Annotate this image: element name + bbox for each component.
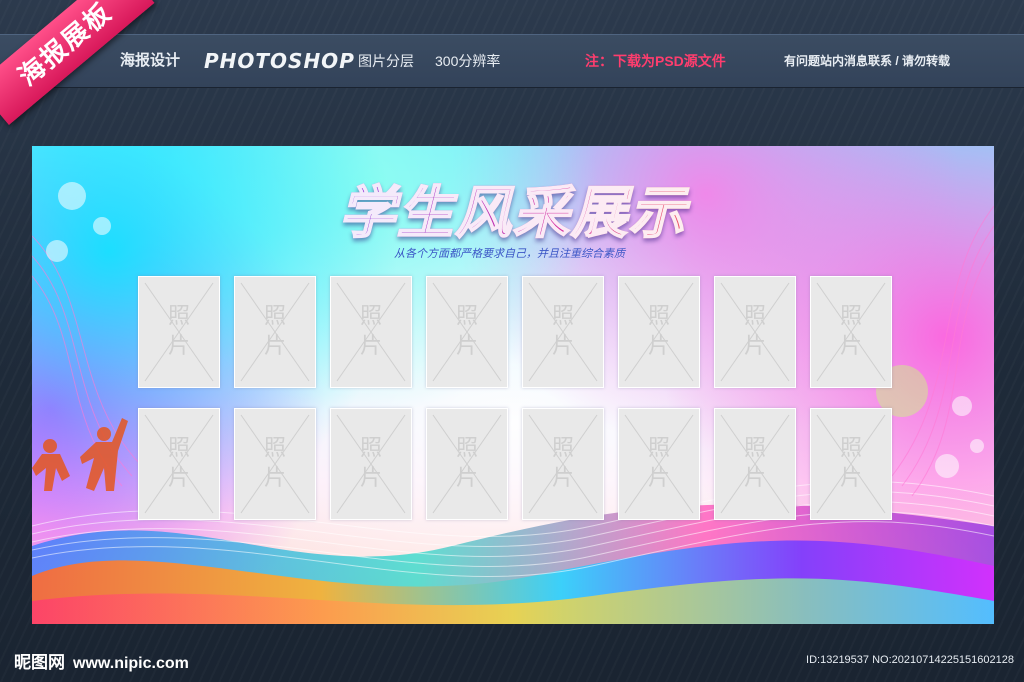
photo-label: 照 xyxy=(839,435,862,460)
photo-label: 片 xyxy=(359,465,382,490)
photo-label: 片 xyxy=(839,333,862,358)
photo-placeholder: 照片 xyxy=(618,408,700,520)
watermark-footer: 昵图网 www.nipic.com ID:13219537 NO:20210714… xyxy=(0,636,1024,682)
header-note: 注：下载为PSD源文件 xyxy=(585,53,726,69)
header-layers: 图片分层 xyxy=(358,53,414,69)
photo-placeholder: 照片 xyxy=(234,276,316,388)
photo-placeholder: 照片 xyxy=(810,408,892,520)
header-resolution: 300分辨率 xyxy=(435,53,501,69)
photo-label: 片 xyxy=(359,333,382,358)
photo-label: 片 xyxy=(743,465,766,490)
photo-placeholder: 照片 xyxy=(714,408,796,520)
header-design: 海报设计 xyxy=(120,52,181,69)
poster-title: 学生风采展示 xyxy=(32,168,994,249)
site-url: www.nipic.com xyxy=(73,655,189,672)
photo-label: 片 xyxy=(455,333,478,358)
photo-label: 片 xyxy=(167,333,190,358)
photo-placeholder: 照片 xyxy=(714,276,796,388)
photo-placeholder: 照片 xyxy=(426,408,508,520)
placeholder-cross-icon xyxy=(144,414,214,514)
photo-label: 片 xyxy=(263,465,286,490)
image-id: ID:13219537 NO:20210714225151602128 xyxy=(806,654,1014,666)
photo-placeholder: 照片 xyxy=(138,276,220,388)
photo-label: 照 xyxy=(359,435,382,460)
photo-label: 片 xyxy=(647,333,670,358)
photo-label: 照 xyxy=(167,435,190,460)
photo-label: 照 xyxy=(647,303,670,328)
photo-placeholder: 照片 xyxy=(426,276,508,388)
poster-subtitle: 从各个方面都严格要求自己，并且注重综合素质 xyxy=(394,248,625,260)
photo-label: 照 xyxy=(263,435,286,460)
photo-label: 照 xyxy=(263,303,286,328)
photo-label: 照 xyxy=(455,435,478,460)
placeholder-cross-icon xyxy=(720,414,790,514)
placeholder-cross-icon xyxy=(528,414,598,514)
photo-label: 照 xyxy=(647,435,670,460)
placeholder-cross-icon xyxy=(144,282,214,382)
photo-label: 照 xyxy=(167,303,190,328)
photo-label: 片 xyxy=(647,465,670,490)
photo-label: 片 xyxy=(167,465,190,490)
photo-placeholder: 照片 xyxy=(810,276,892,388)
header-bar: 海报设计 PHOTOSHOP 图片分层 300分辨率 注：下载为PSD源文件 有… xyxy=(0,34,1024,88)
placeholder-cross-icon xyxy=(624,414,694,514)
photo-label: 片 xyxy=(551,465,574,490)
placeholder-cross-icon xyxy=(816,414,886,514)
photo-label: 片 xyxy=(839,465,862,490)
photo-label: 片 xyxy=(551,333,574,358)
placeholder-cross-icon xyxy=(432,414,502,514)
photo-placeholder: 照片 xyxy=(618,276,700,388)
photo-label: 照 xyxy=(743,435,766,460)
placeholder-cross-icon xyxy=(816,282,886,382)
photo-placeholder: 照片 xyxy=(522,408,604,520)
photo-label: 照 xyxy=(455,303,478,328)
photo-placeholder: 照片 xyxy=(330,276,412,388)
placeholder-cross-icon xyxy=(336,282,406,382)
photo-label: 照 xyxy=(743,303,766,328)
photo-label: 照 xyxy=(551,435,574,460)
photo-placeholder: 照片 xyxy=(234,408,316,520)
header-software: PHOTOSHOP xyxy=(204,49,355,73)
photo-placeholder: 照片 xyxy=(138,408,220,520)
placeholder-cross-icon xyxy=(432,282,502,382)
photo-label: 照 xyxy=(359,303,382,328)
photo-label: 片 xyxy=(263,333,286,358)
placeholder-cross-icon xyxy=(240,414,310,514)
photo-label: 片 xyxy=(455,465,478,490)
header-contact: 有问题站内消息联系 / 请勿转载 xyxy=(784,54,951,68)
photo-label: 照 xyxy=(839,303,862,328)
photo-placeholder: 照片 xyxy=(330,408,412,520)
site-logo: 昵图网 www.nipic.com xyxy=(14,648,189,673)
photo-label: 片 xyxy=(743,333,766,358)
placeholder-cross-icon xyxy=(720,282,790,382)
placeholder-cross-icon xyxy=(528,282,598,382)
placeholder-cross-icon xyxy=(240,282,310,382)
photo-placeholder: 照片 xyxy=(522,276,604,388)
placeholder-cross-icon xyxy=(624,282,694,382)
site-name: 昵图网 xyxy=(14,653,65,672)
photo-label: 照 xyxy=(551,303,574,328)
placeholder-cross-icon xyxy=(336,414,406,514)
poster-preview: 学生风采展示 从各个方面都严格要求自己，并且注重综合素质 照片照片照片照片照片照… xyxy=(32,146,994,624)
